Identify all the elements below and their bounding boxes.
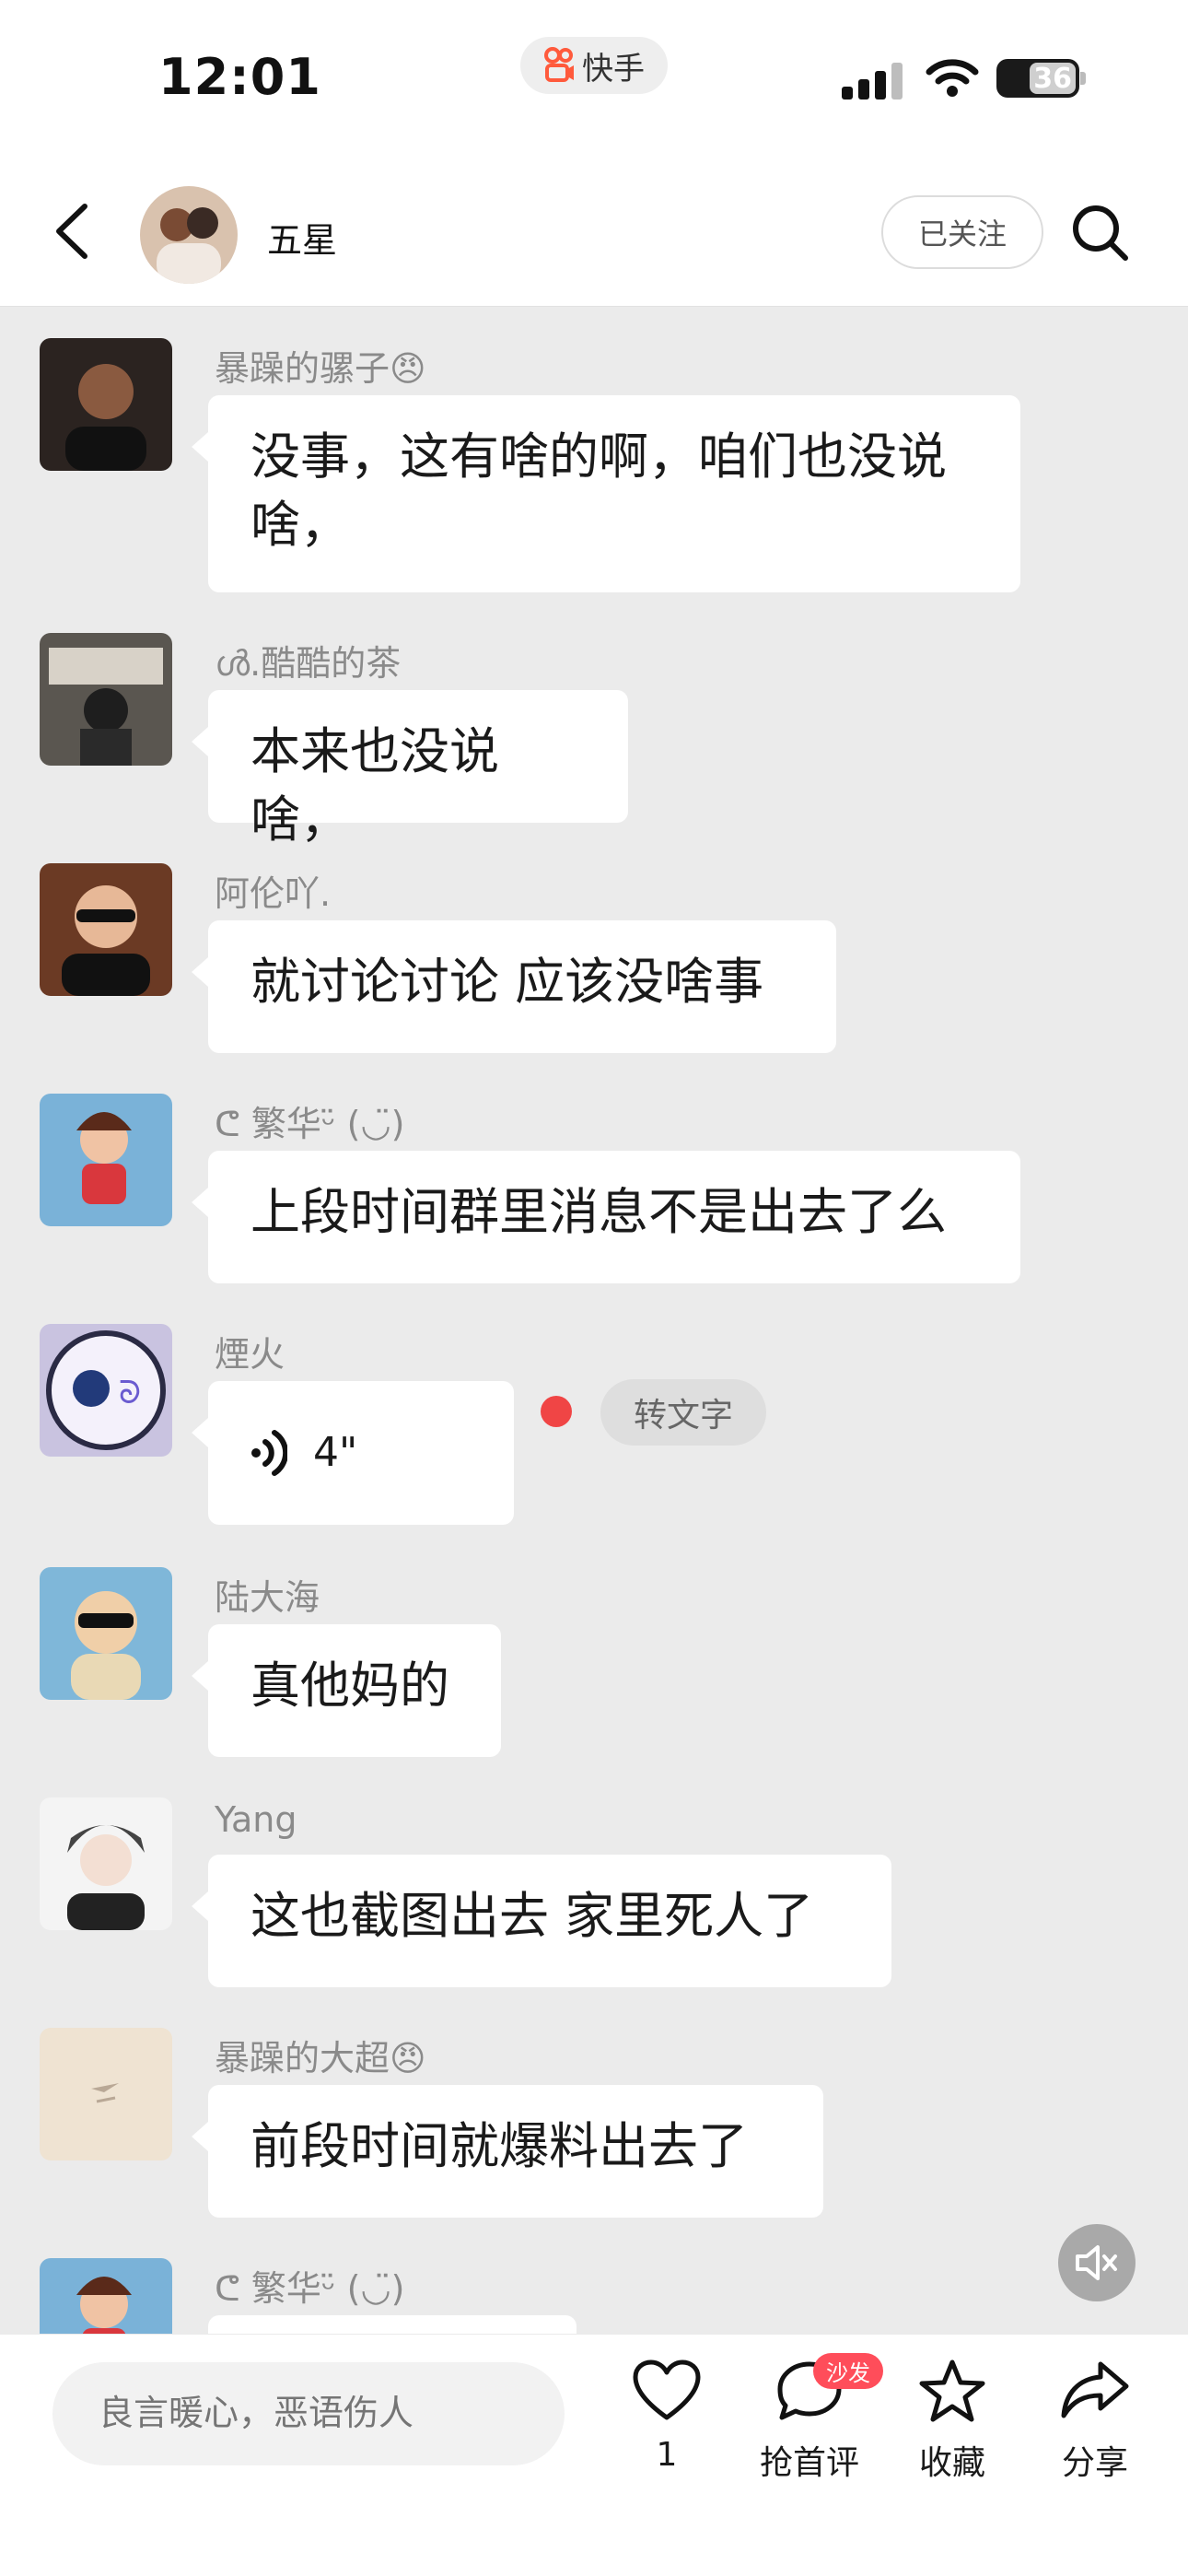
group-title: 五星 xyxy=(267,220,338,261)
comment-label: 抢首评 xyxy=(759,2444,859,2482)
sender-name: ᕦ 繁华ᵕ̈ (◡̈) xyxy=(215,2268,405,2309)
message-row: 暴躁的大超😠 前段时间就爆料出去了 xyxy=(0,2028,1188,2231)
back-arrow-icon[interactable] xyxy=(44,201,99,262)
star-icon xyxy=(919,2359,985,2422)
message-row: Yang 这也截图出去 家里死人了 xyxy=(0,1797,1188,2000)
sender-name: Yang xyxy=(215,1799,297,1840)
battery-cap xyxy=(1080,72,1086,85)
message-bubble[interactable]: 本来也没说啥， xyxy=(192,690,628,849)
message-row: ൾ.酷酷的茶 本来也没说啥， xyxy=(0,633,1188,849)
message-bubble[interactable]: 前段时间就爆料出去了 xyxy=(192,2085,823,2218)
voice-wave-icon xyxy=(251,1430,287,1476)
svg-text:ᘐ: ᘐ xyxy=(119,1375,141,1411)
sender-name: ᕦ 繁华ᵕ̈ (◡̈) xyxy=(215,1104,405,1144)
speaker-muted-icon xyxy=(1076,2245,1117,2280)
following-button[interactable]: 已关注 xyxy=(881,195,1043,269)
message-row: ᕦ 繁华ᵕ̈ (◡̈) 上段时间群里消息不是出去了么 xyxy=(0,1094,1188,1296)
battery-icon: 36 xyxy=(996,59,1079,98)
search-icon[interactable] xyxy=(1070,203,1131,263)
message-bubble[interactable]: 真他妈的 xyxy=(192,1624,501,1757)
avatar[interactable] xyxy=(40,633,172,766)
wifi-icon xyxy=(926,59,979,97)
message-row: 陆大海 真他妈的 xyxy=(0,1567,1188,1770)
favorite-label: 收藏 xyxy=(918,2444,985,2482)
sender-name: 暴躁的大超😠 xyxy=(215,2038,426,2078)
cellular-signal-icon xyxy=(842,63,903,100)
avatar[interactable] xyxy=(40,1094,172,1226)
avatar[interactable] xyxy=(40,2028,172,2160)
heart-icon xyxy=(633,2359,701,2420)
message-row: 暴躁的骡子😠 没事，这有啥的啊，咱们也没说啥， xyxy=(0,338,1188,615)
avatar[interactable] xyxy=(40,1797,172,1930)
message-row: ᕦ 繁华ᵕ̈ (◡̈) xyxy=(0,2258,1188,2334)
mute-toggle-button[interactable] xyxy=(1058,2224,1136,2301)
sender-name: 陆大海 xyxy=(215,1577,320,1618)
favorite-button[interactable]: 收藏 xyxy=(897,2359,1007,2484)
like-button[interactable]: 1 xyxy=(611,2359,722,2474)
like-count: 1 xyxy=(656,2436,678,2474)
avatar[interactable] xyxy=(40,338,172,471)
sender-name: 暴躁的骡子😠 xyxy=(215,348,426,389)
avatar[interactable] xyxy=(40,2258,172,2334)
comment-input[interactable] xyxy=(52,2362,565,2465)
sofa-badge: 沙发 xyxy=(813,2353,883,2389)
unread-voice-dot xyxy=(541,1396,572,1427)
chat-header: 五星 已关注 xyxy=(0,157,1188,307)
status-time: 12:01 xyxy=(158,48,321,106)
voice-message-bubble[interactable]: 4" xyxy=(192,1381,514,1525)
comment-button[interactable]: 抢首评 沙发 xyxy=(754,2353,883,2484)
message-bubble[interactable]: 没事，这有啥的啊，咱们也没说啥， xyxy=(192,395,1020,592)
group-avatar[interactable] xyxy=(140,186,238,284)
avatar[interactable] xyxy=(40,863,172,996)
message-bubble[interactable]: 上段时间群里消息不是出去了么 xyxy=(192,1151,1020,1283)
share-button[interactable]: 分享 xyxy=(1040,2359,1150,2484)
chat-message-list[interactable]: 暴躁的骡子😠 没事，这有啥的啊，咱们也没说啥， ൾ.酷酷的茶 本来也没说啥， 阿… xyxy=(0,307,1188,2334)
convert-to-text-button[interactable]: 转文字 xyxy=(600,1379,766,1446)
kuaishou-logo-icon xyxy=(544,47,574,82)
bottom-action-bar: 1 抢首评 沙发 收藏 分享 xyxy=(0,2335,1188,2576)
message-bubble[interactable]: 就讨论讨论 应该没啥事 xyxy=(192,920,836,1053)
message-row: ᘐ 煙火 4" 转文字 xyxy=(0,1324,1188,1536)
share-arrow-icon xyxy=(1061,2361,1129,2418)
sender-name: 阿伦吖. xyxy=(215,873,332,914)
message-row: 阿伦吖. 就讨论讨论 应该没啥事 xyxy=(0,863,1188,1066)
source-app-name: 快手 xyxy=(582,50,645,88)
battery-level: 36 xyxy=(1033,62,1072,95)
voice-duration: 4" xyxy=(313,1429,358,1476)
avatar[interactable]: ᘐ xyxy=(40,1324,172,1457)
message-bubble[interactable]: 这也截图出去 家里死人了 xyxy=(192,1855,891,1987)
message-bubble[interactable] xyxy=(208,2315,577,2334)
sender-name: 煙火 xyxy=(215,1334,285,1375)
status-bar: 12:01 快手 36 xyxy=(0,0,1188,157)
share-label: 分享 xyxy=(1061,2444,1128,2482)
sender-name: ൾ.酷酷的茶 xyxy=(215,643,402,684)
avatar[interactable] xyxy=(40,1567,172,1700)
source-app-pill[interactable]: 快手 xyxy=(520,37,668,94)
